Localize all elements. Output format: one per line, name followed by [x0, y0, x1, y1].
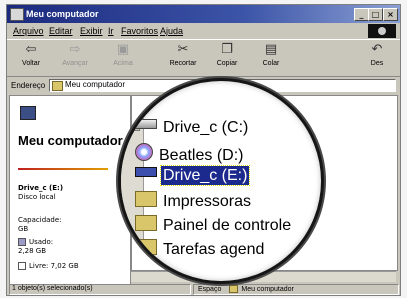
back-arrow-icon: ⇦ — [25, 42, 37, 57]
control-panel-icon — [135, 215, 157, 231]
status-bar: 1 objeto(s) selecionado(s) Espaço Meu com… — [7, 284, 400, 295]
drive-c-item[interactable]: Drive_c (C:) — [135, 119, 250, 141]
undo-icon: ↶ — [371, 42, 383, 57]
menu-ajuda[interactable]: Ajuda — [160, 26, 183, 36]
close-button[interactable]: × — [383, 8, 398, 21]
menu-bar: Arquivo Editar Exibir Ir Favoritos Ajuda — [7, 24, 400, 38]
undo-label: Des — [370, 60, 384, 67]
used-legend-swatch — [18, 238, 26, 246]
up-button[interactable]: ▣ Acima — [101, 42, 145, 67]
copy-label: Copiar — [216, 60, 238, 67]
status-selection: 1 objeto(s) selecionado(s) — [9, 284, 191, 295]
scheduled-tasks-item[interactable]: Tarefas agend — [135, 239, 266, 261]
paste-button[interactable]: ▤ Colar — [249, 42, 293, 67]
cut-button[interactable]: ✂ Recortar — [161, 42, 205, 67]
printers-folder-icon — [135, 191, 157, 207]
computer-small-icon — [229, 285, 239, 293]
forward-label: Avançar — [62, 60, 88, 67]
windows-logo-throbber — [368, 24, 396, 38]
menu-favoritos[interactable]: Favoritos — [121, 26, 158, 36]
title-divider — [18, 168, 108, 170]
window-title: Meu computador — [26, 9, 99, 19]
maximize-button[interactable]: □ — [368, 8, 383, 21]
drive-e-item[interactable]: Drive_c (E:) — [135, 165, 251, 189]
status-location: Espaço Meu computador — [193, 284, 399, 295]
control-panel-item[interactable]: Painel de controle — [135, 215, 293, 237]
paste-icon: ▤ — [264, 42, 278, 57]
cut-label: Recortar — [169, 60, 197, 67]
capacity-text: Capacidade: GB — [18, 216, 62, 233]
item-label: Painel de controle — [163, 217, 292, 234]
minimize-button[interactable]: _ — [354, 8, 369, 21]
back-label: Voltar — [22, 60, 40, 67]
cd-drive-icon — [135, 143, 153, 161]
free-legend-swatch — [18, 262, 26, 270]
selected-drive-type: Disco local — [18, 193, 56, 201]
up-folder-icon: ▣ — [116, 42, 130, 57]
magnifier-lens: Drive_c (C:) Beatles (D:) Drive_c (E:) I… — [118, 78, 324, 284]
copy-icon: ❐ — [221, 42, 233, 57]
menu-arquivo[interactable]: Arquivo — [13, 26, 44, 36]
item-label: Beatles (D:) — [159, 147, 244, 164]
computer-small-icon — [52, 81, 63, 91]
forward-arrow-icon: ⇨ — [69, 42, 81, 57]
printers-item[interactable]: Impressoras — [135, 191, 253, 213]
free-text: Livre: 7,02 GB — [29, 262, 79, 270]
info-panel-title: Meu computador — [18, 133, 123, 148]
free-space: Livre: 7,02 GB — [18, 262, 79, 270]
up-label: Acima — [113, 60, 133, 67]
back-button[interactable]: ⇦ Voltar — [9, 42, 53, 67]
computer-icon — [20, 106, 36, 120]
computer-app-icon — [10, 8, 24, 21]
menu-editar[interactable]: Editar — [49, 26, 73, 36]
menu-ir[interactable]: Ir — [108, 26, 114, 36]
paste-label: Colar — [262, 60, 280, 67]
scissors-icon: ✂ — [177, 42, 189, 57]
used-space: Usado: 2,28 GB — [18, 238, 68, 256]
item-label: Impressoras — [163, 193, 252, 210]
copy-button[interactable]: ❐ Copiar — [205, 42, 249, 67]
item-label: Drive_c (E:) — [159, 165, 251, 186]
item-label: Tarefas agend — [163, 241, 265, 258]
menu-exibir[interactable]: Exibir — [80, 26, 103, 36]
undo-button[interactable]: ↶ Des — [355, 42, 399, 67]
forward-button[interactable]: ⇨ Avançar — [53, 42, 97, 67]
hard-drive-icon — [135, 119, 157, 129]
hard-drive-icon — [135, 167, 157, 177]
status-space-label: Espaço — [198, 285, 222, 293]
item-label: Drive_c (C:) — [163, 119, 249, 136]
toolbar: ⇦ Voltar ⇨ Avançar ▣ Acima ✂ Recortar ❐ … — [7, 39, 400, 77]
status-location-text: Meu computador — [241, 285, 294, 293]
selected-drive-name: Drive_c (E:) — [18, 184, 64, 192]
address-value: Meu computador — [65, 80, 126, 89]
scheduled-tasks-icon — [135, 239, 157, 255]
address-label: Endereço — [11, 81, 46, 90]
beatles-d-item[interactable]: Beatles (D:) — [135, 143, 245, 165]
title-bar[interactable]: Meu computador _ □ × — [7, 5, 400, 23]
info-panel: Meu computador Drive_c (E:) Disco local … — [9, 95, 131, 285]
